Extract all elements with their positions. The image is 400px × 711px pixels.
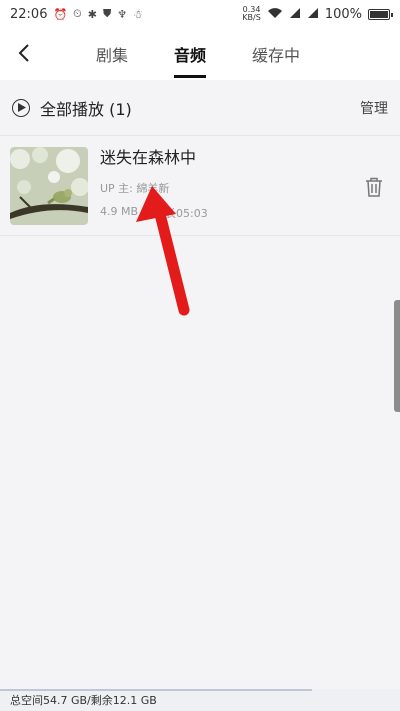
play-all-label: 全部播放 (1) [40, 99, 132, 119]
status-time: 22:06 [10, 6, 48, 22]
alarm-icon: ⏰ [53, 7, 68, 21]
item-duration: 时长05:03 [154, 207, 208, 220]
shield-app-icon: ⛊ [102, 7, 112, 20]
header: 剧集 音频 缓存中 [0, 28, 400, 80]
network-speed: 0.34 KB/S [242, 6, 261, 22]
signal-icon-1 [289, 7, 301, 22]
tab-caching[interactable]: 缓存中 [252, 28, 300, 80]
status-bar: 22:06 ⏰ ⏲ ✱ ⛊ ♆ ☃ 0.34 KB/S 100% [0, 0, 400, 28]
audio-thumbnail [10, 146, 88, 225]
chevron-left-icon [18, 44, 29, 62]
scroll-handle[interactable] [394, 300, 400, 412]
list-item[interactable]: 迷失在森林中 UP 主: 綿羊新 4.9 MB 时长05:03 [0, 136, 400, 236]
play-circle-icon [12, 98, 30, 117]
app-notification-icon: ♆ [117, 7, 128, 21]
play-all-row[interactable]: 全部播放 (1) 管理 [0, 80, 400, 136]
tab-audio[interactable]: 音频 [174, 28, 207, 80]
item-info: 迷失在森林中 UP 主: 綿羊新 4.9 MB 时长05:03 [100, 148, 208, 221]
storage-text: 总空间54.7 GB/剩余12.1 GB [10, 694, 157, 707]
back-button[interactable] [14, 42, 36, 64]
manage-button[interactable]: 管理 [360, 98, 388, 118]
delete-button[interactable] [364, 176, 384, 198]
item-uploader: UP 主: 綿羊新 [100, 182, 170, 195]
tab-bar: 剧集 音频 缓存中 [96, 28, 300, 80]
signal-icon-2 [307, 7, 319, 22]
item-title: 迷失在森林中 [100, 148, 197, 167]
bird-on-branch-image [10, 146, 88, 225]
wifi-icon [267, 7, 283, 22]
item-size: 4.9 MB [100, 205, 139, 218]
trash-icon [366, 177, 382, 197]
item-meta: 4.9 MB 时长05:03 [100, 205, 208, 221]
bluetooth-icon: ✱ [87, 7, 97, 21]
qq-icon: ☃ [133, 7, 143, 21]
tab-episodes[interactable]: 剧集 [96, 28, 128, 80]
alarm-off-icon: ⏲ [73, 7, 82, 20]
battery-icon [368, 8, 393, 20]
storage-usage-bar [0, 689, 312, 691]
battery-percent: 100% [324, 6, 362, 22]
storage-footer: 总空间54.7 GB/剩余12.1 GB [0, 689, 400, 711]
network-speed-unit: KB/S [242, 13, 261, 22]
